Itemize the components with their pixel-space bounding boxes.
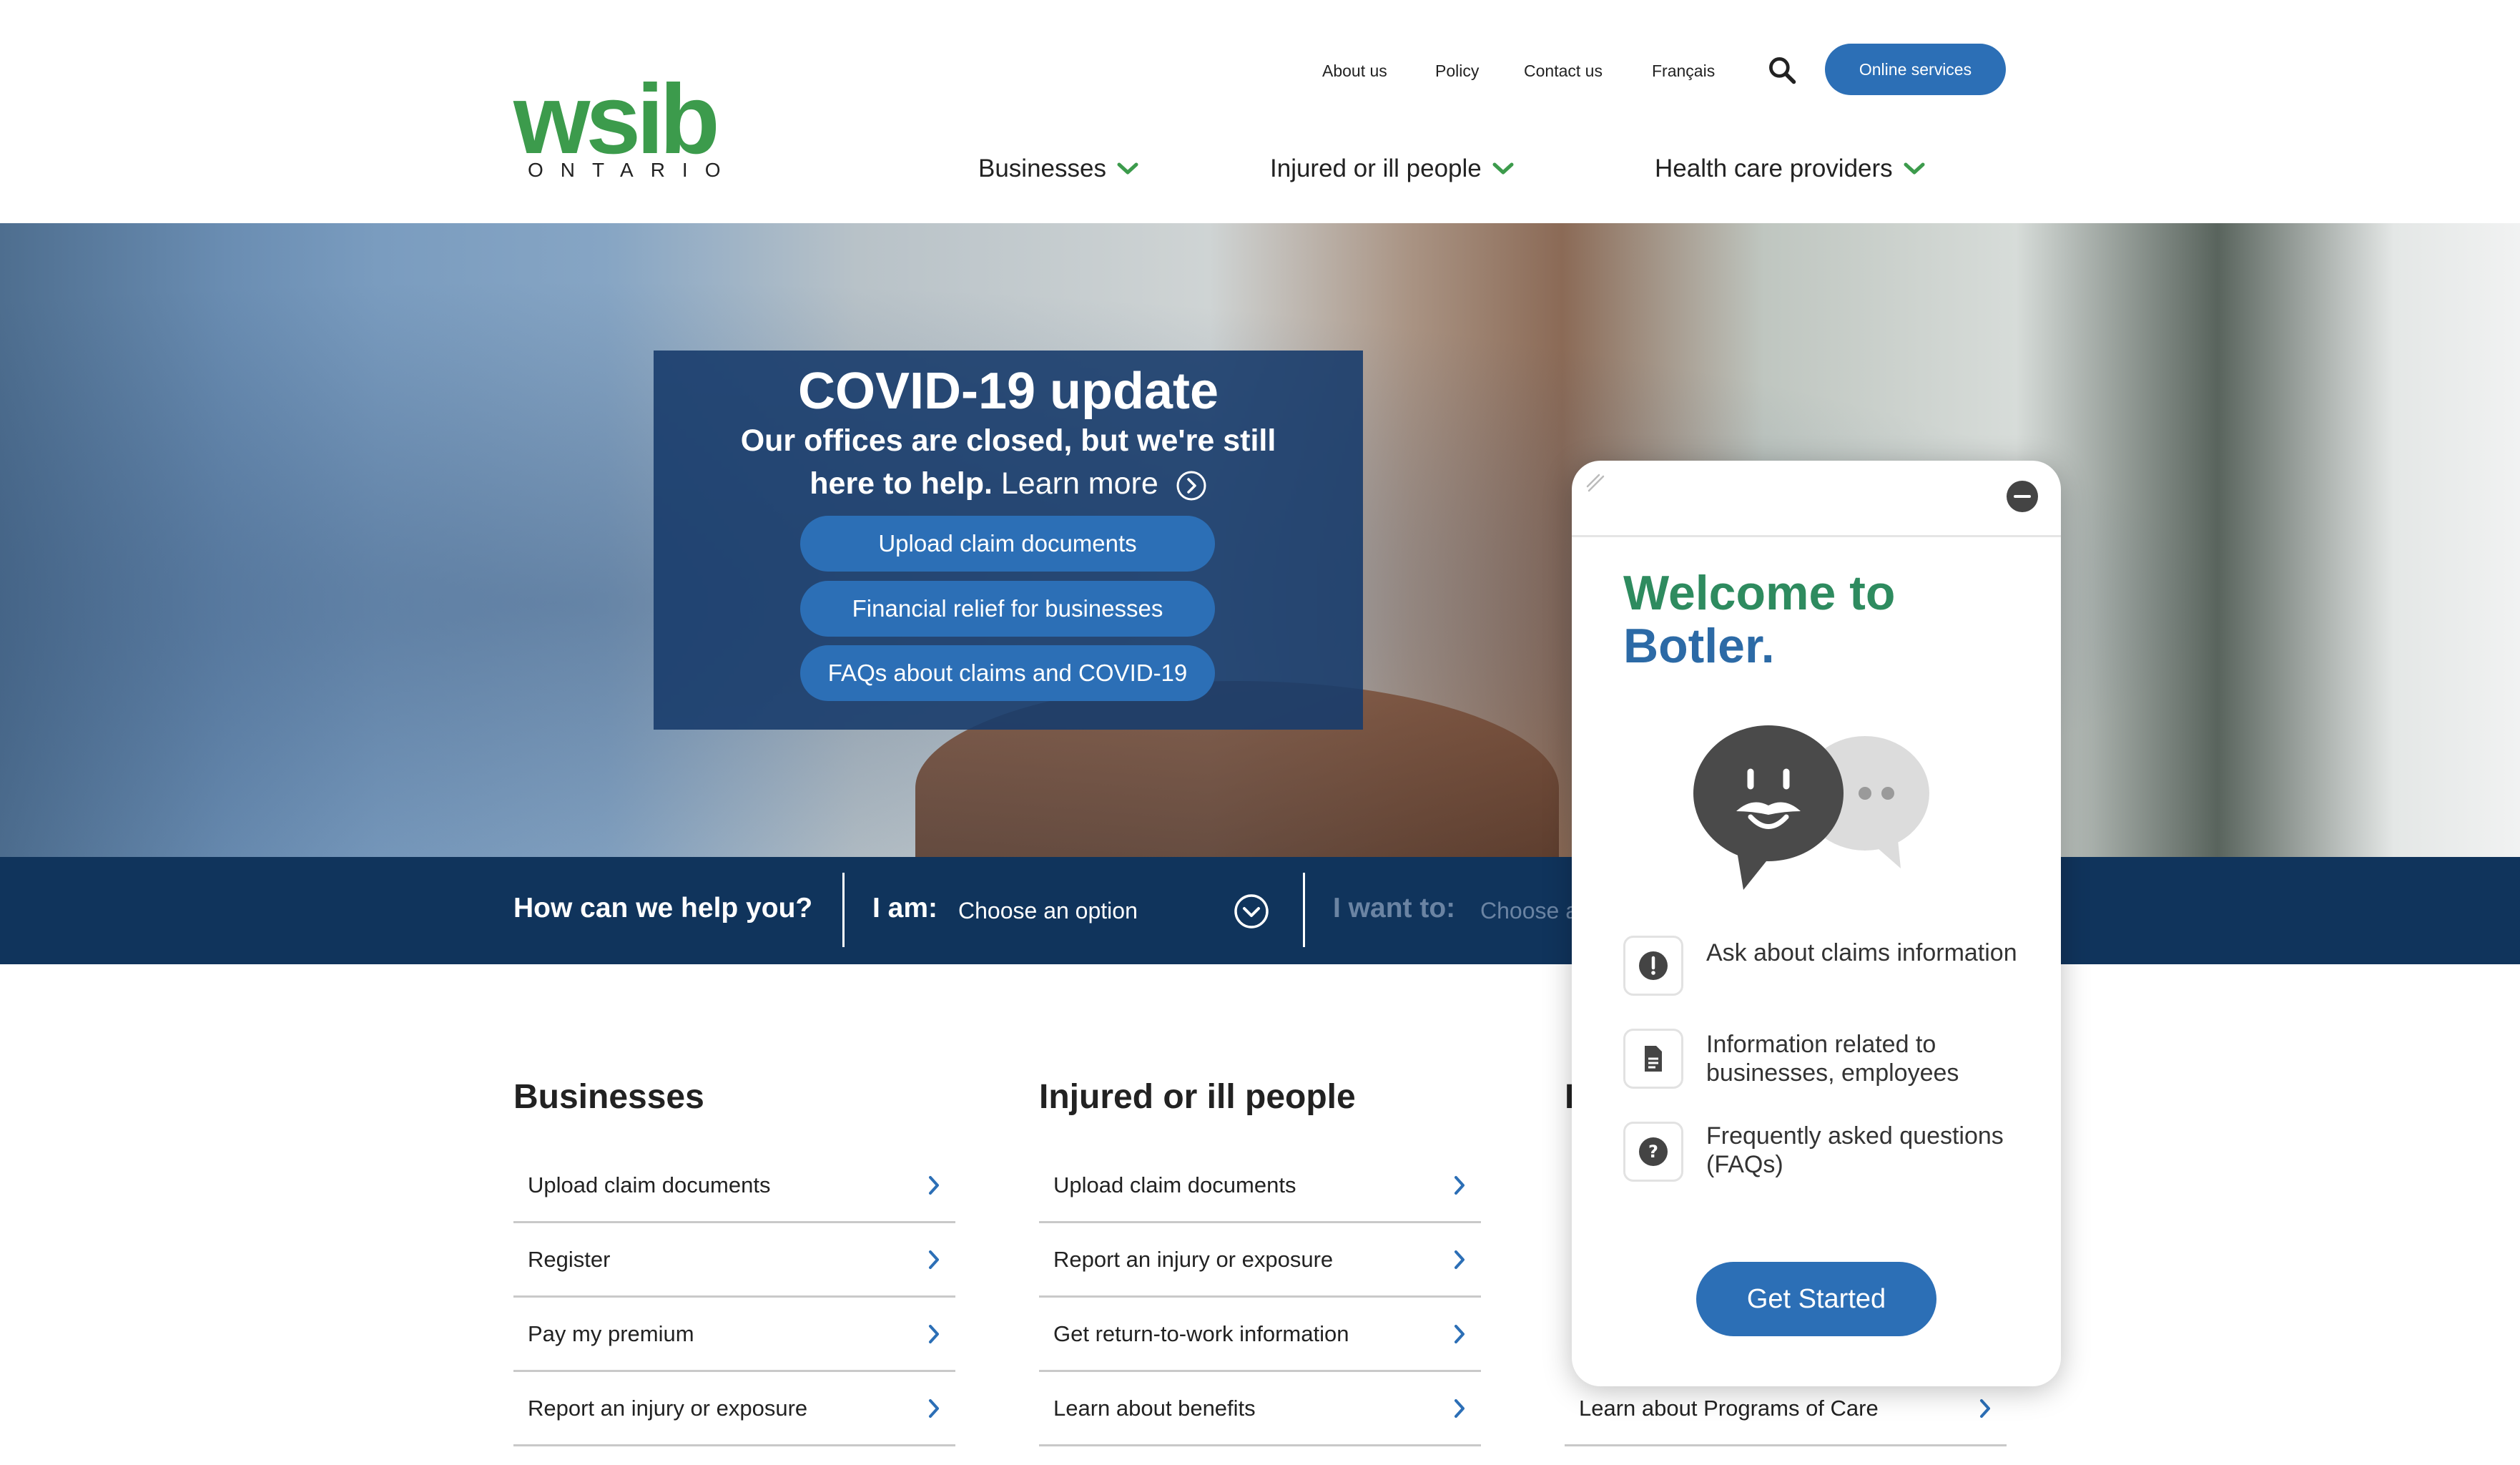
chat-welcome-title: Welcome to Botler. [1623, 567, 2024, 672]
list-item[interactable]: Pay my premium [513, 1298, 955, 1372]
exclamation-icon-box [1623, 936, 1683, 996]
learn-more-link[interactable]: Learn more [1001, 466, 1158, 501]
covid-subtitle-line1: Our offices are closed, but we're still [740, 423, 1276, 458]
about-us-link[interactable]: About us [1322, 62, 1387, 81]
question-icon: ? [1639, 1137, 1668, 1166]
online-services-button[interactable]: Online services [1825, 44, 2006, 95]
welcome-line1: Welcome to [1623, 566, 1896, 620]
resize-handle-icon[interactable] [1585, 472, 1606, 494]
chevron-right-icon [929, 1250, 939, 1269]
businesses-heading: Businesses [513, 1078, 704, 1116]
nav-label: Injured or ill people [1270, 155, 1482, 182]
chevron-down-circle-icon[interactable] [1233, 893, 1270, 930]
wsib-logo[interactable]: wsib [513, 66, 720, 173]
chat-bubbles-icon [1693, 725, 1929, 890]
businesses-list: Upload claim documents Register Pay my p… [513, 1149, 955, 1446]
list-item[interactable]: Get return-to-work information [1039, 1298, 1481, 1372]
divider [1303, 873, 1305, 947]
nav-businesses[interactable]: Businesses [978, 155, 1139, 183]
list-item-label: Report an injury or exposure [1053, 1246, 1334, 1272]
list-item-label: Learn about benefits [1053, 1395, 1256, 1421]
chevron-right-icon [1980, 1398, 1990, 1418]
divider [842, 873, 845, 947]
list-item-label: Upload claim documents [528, 1172, 771, 1197]
covid-subtitle: Our offices are closed, but we're still … [654, 419, 1363, 505]
list-item[interactable]: Upload claim documents [513, 1149, 955, 1223]
help-question: How can we help you? [513, 893, 813, 923]
covid-subtitle-line2-wrap: here to help. Learn more [654, 462, 1363, 505]
minimize-icon[interactable] [2005, 479, 2039, 514]
list-item[interactable]: Report an injury or exposure [513, 1372, 955, 1446]
injured-heading: Injured or ill people [1039, 1078, 1356, 1116]
i-want-label: I want to: [1333, 893, 1456, 923]
feature-claims-text: Ask about claims information [1706, 939, 2017, 966]
chevron-right-icon [929, 1398, 939, 1418]
list-item-label: Pay my premium [528, 1321, 694, 1346]
get-started-button[interactable]: Get Started [1696, 1262, 1936, 1336]
faqs-covid-button[interactable]: FAQs about claims and COVID-19 [800, 645, 1215, 701]
chevron-right-icon [929, 1324, 939, 1343]
list-item[interactable]: Report an injury or exposure [1039, 1223, 1481, 1298]
chevron-down-icon [1117, 162, 1138, 175]
document-icon-box [1623, 1029, 1683, 1089]
covid-title: COVID-19 update [797, 363, 1219, 420]
nav-label: Health care providers [1655, 155, 1893, 182]
welcome-line2: Botler. [1623, 619, 1775, 673]
nav-injured-or-ill-people[interactable]: Injured or ill people [1270, 155, 1515, 183]
injured-list: Upload claim documents Report an injury … [1039, 1149, 1481, 1446]
site-header: wsib ONTARIO About us Policy Contact us … [0, 0, 2520, 223]
feature-faqs-text: Frequently asked questions (FAQs) [1706, 1122, 2004, 1178]
chevron-right-icon [1455, 1250, 1465, 1269]
document-icon [1645, 1046, 1662, 1072]
covid-subtitle-line2: here to help. [809, 466, 993, 501]
svg-text:?: ? [1648, 1142, 1658, 1162]
chevron-down-icon [1904, 162, 1925, 175]
exclamation-icon [1639, 951, 1668, 980]
francais-link[interactable]: Français [1652, 62, 1715, 81]
chevron-right-icon [1455, 1175, 1465, 1195]
i-am-select[interactable]: Choose an option [958, 898, 1138, 924]
logo-subtitle: ONTARIO [528, 159, 738, 181]
list-item-label: Report an injury or exposure [528, 1395, 808, 1421]
i-want-select[interactable]: Choose a [1480, 898, 1578, 924]
chevron-right-icon [929, 1175, 939, 1195]
chevron-right-icon [1455, 1398, 1465, 1418]
list-item-label: Learn about Programs of Care [1579, 1395, 1879, 1421]
nav-label: Businesses [978, 155, 1106, 182]
question-icon-box: ? [1623, 1122, 1683, 1182]
list-item[interactable]: Register [513, 1223, 955, 1298]
chevron-right-icon [1455, 1324, 1465, 1343]
list-item[interactable]: Learn about benefits [1039, 1372, 1481, 1446]
upload-claim-documents-button[interactable]: Upload claim documents [800, 516, 1215, 572]
nav-health-care-providers[interactable]: Health care providers [1655, 155, 1926, 183]
financial-relief-button[interactable]: Financial relief for businesses [800, 581, 1215, 637]
list-item-label: Upload claim documents [1053, 1172, 1296, 1197]
botler-chat-widget: Welcome to Botler. Ask about claims info… [1572, 461, 2061, 1386]
list-item-label: Get return-to-work information [1053, 1321, 1349, 1346]
arrow-right-circle-icon[interactable] [1176, 470, 1207, 501]
i-am-label: I am: [872, 893, 938, 923]
chat-topbar [1572, 461, 2061, 537]
list-item[interactable]: Upload claim documents [1039, 1149, 1481, 1223]
search-icon[interactable] [1766, 54, 1798, 86]
feature-businesses-text: Information related to businesses, emplo… [1706, 1031, 1959, 1087]
list-item-label: Register [528, 1246, 611, 1272]
chevron-down-icon [1492, 162, 1514, 175]
contact-us-link[interactable]: Contact us [1524, 62, 1603, 81]
policy-link[interactable]: Policy [1435, 62, 1479, 81]
